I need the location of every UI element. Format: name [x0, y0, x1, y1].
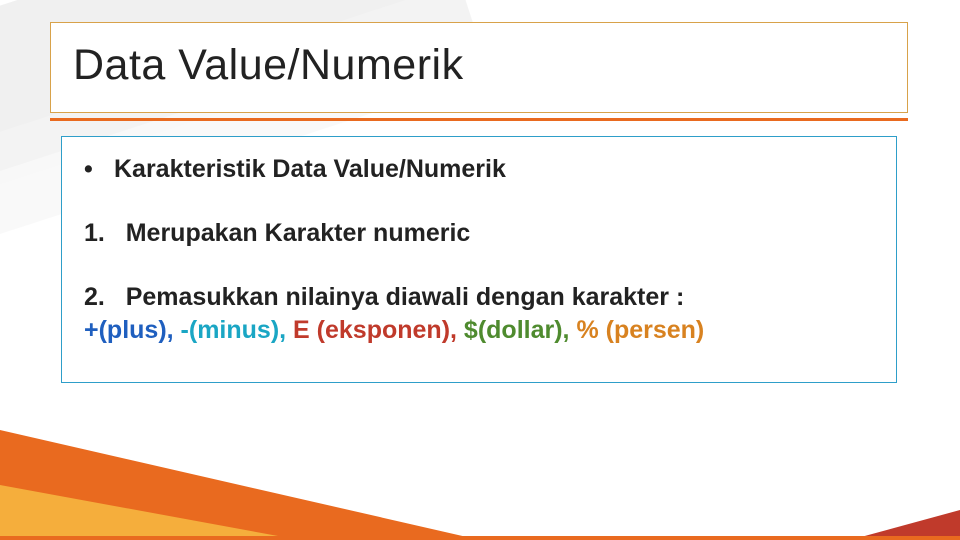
list-item-1-number: 1.	[84, 219, 105, 247]
bullet-item: • Karakteristik Data Value/Numerik	[84, 153, 874, 187]
list-item-2-number: 2.	[84, 283, 105, 311]
list-item-1-text: Merupakan Karakter numeric	[126, 219, 471, 247]
token-plus: +(plus),	[84, 316, 174, 344]
list-item-2: 2. Pemasukkan nilainya diawali dengan ka…	[84, 281, 874, 349]
title-underline	[50, 118, 908, 121]
token-pct: % (persen)	[576, 316, 704, 344]
token-dollar: $(dollar),	[464, 316, 570, 344]
title-box: Data Value/Numerik	[50, 22, 908, 113]
list-item-2-lead: Pemasukkan nilainya diawali dengan karak…	[126, 283, 685, 311]
slide-title: Data Value/Numerik	[73, 41, 885, 90]
token-exp: E (eksponen),	[293, 316, 457, 344]
list-item-1: 1. Merupakan Karakter numeric	[84, 217, 874, 251]
bullet-marker: •	[84, 153, 114, 187]
content-box: • Karakteristik Data Value/Numerik 1. Me…	[61, 136, 897, 383]
token-minus: -(minus),	[181, 316, 287, 344]
bullet-text: Karakteristik Data Value/Numerik	[114, 153, 506, 187]
